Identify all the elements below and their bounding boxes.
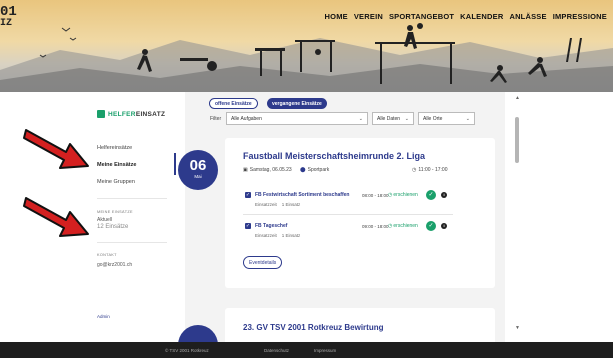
event-title[interactable]: 23. GV TSV 2001 Rotkreuz Bewirtung bbox=[243, 323, 383, 332]
tasks-select[interactable]: Alle Aufgaben ⌄ bbox=[226, 112, 368, 125]
nav-verein[interactable]: VEREIN bbox=[354, 12, 383, 21]
clock-icon: ◷ bbox=[388, 223, 393, 229]
dates-select[interactable]: Alle Daten ⌄ bbox=[372, 112, 414, 125]
tab-past-assignments[interactable]: vergangene Einsätze bbox=[267, 98, 327, 109]
task-title: FB Festwirtschaft Sortiment beschaffen bbox=[255, 192, 350, 198]
contact-label: KONTAKT bbox=[97, 253, 117, 257]
nav-home[interactable]: HOME bbox=[325, 12, 348, 21]
task-divider bbox=[243, 214, 453, 215]
check-icon: ✓ bbox=[245, 192, 251, 198]
check-icon: ✓ bbox=[245, 223, 251, 229]
info-icon[interactable]: i bbox=[441, 192, 447, 198]
event-details-button[interactable]: Eventdetails bbox=[243, 256, 283, 269]
nav-sportangebot[interactable]: SPORTANGEBOT bbox=[389, 12, 454, 21]
sidebar-item-meine-einsaetze[interactable]: Meine Einsätze bbox=[97, 162, 136, 168]
stats-label: MEINE EINSÄTZE bbox=[97, 210, 133, 214]
confirmed-check-icon: ✓ bbox=[426, 221, 436, 231]
event-title[interactable]: Faustball Meisterschaftsheimrunde 2. Lig… bbox=[243, 151, 425, 161]
footer-privacy-link[interactable]: Datenschutz bbox=[264, 348, 289, 353]
task-time: 09:00 - 18:00 bbox=[362, 224, 389, 229]
sidebar-item-helfereinsaetze[interactable]: Helfereinsätze bbox=[97, 145, 132, 151]
event-location: ⬤ Sportpark bbox=[300, 167, 330, 173]
nav-impressionen[interactable]: IMPRESSIONE bbox=[553, 12, 607, 21]
location-pin-icon: ⬤ bbox=[300, 167, 306, 173]
scroll-up-icon[interactable]: ▲ bbox=[515, 95, 520, 101]
nav-anlaesse[interactable]: ANLÄSSE bbox=[509, 12, 546, 21]
task-time: 08:00 - 18:00 bbox=[362, 193, 389, 198]
event-time: ◷ 11:00 - 17:00 bbox=[412, 167, 448, 173]
site-footer: © TSV 2001 Rotkreuz Datenschutz Impressu… bbox=[0, 342, 613, 358]
brand-logo[interactable]: HELFEREINSATZ bbox=[97, 110, 165, 118]
confirmed-check-icon: ✓ bbox=[426, 190, 436, 200]
info-icon[interactable]: i bbox=[441, 223, 447, 229]
stats-sublabel: Aktuell bbox=[97, 217, 113, 223]
calendar-icon: ▣ bbox=[243, 167, 248, 173]
task-status: ◷ erschienen bbox=[388, 223, 418, 229]
filter-label: Filter bbox=[210, 116, 222, 122]
annotation-arrow-icon bbox=[23, 197, 89, 237]
nav-kalender[interactable]: KALENDER bbox=[460, 12, 503, 21]
task-subtitle: Einsatzzeit 1 Einsatz bbox=[255, 202, 301, 207]
logo-fragment[interactable]: 01 IZ bbox=[0, 5, 17, 30]
sidebar-item-meine-gruppen[interactable]: Meine Gruppen bbox=[97, 179, 135, 185]
active-indicator bbox=[174, 153, 176, 175]
footer-copyright: © TSV 2001 Rotkreuz bbox=[165, 348, 209, 353]
clock-icon: ◷ bbox=[388, 192, 393, 198]
site-header: 01 IZ HOME VEREIN SPORTANGEBOT KALENDER … bbox=[0, 0, 613, 92]
sidebar-divider bbox=[97, 198, 167, 199]
sidebar-divider bbox=[97, 242, 167, 243]
contact-email[interactable]: go@krz2001.ch bbox=[97, 262, 132, 268]
task-title: FB Tageschef bbox=[255, 223, 288, 229]
event-date: ▣ Samstag, 06.05.23 bbox=[243, 167, 292, 173]
chevron-down-icon: ⌄ bbox=[465, 115, 470, 122]
scroll-down-icon[interactable]: ▼ bbox=[515, 325, 520, 331]
footer-imprint-link[interactable]: Impressum bbox=[314, 348, 336, 353]
clock-icon: ◷ bbox=[412, 167, 417, 173]
sidebar-item-admin[interactable]: Admin bbox=[97, 314, 110, 319]
task-subtitle: Einsatzzeit 1 Einsatz bbox=[255, 233, 301, 238]
top-navigation: HOME VEREIN SPORTANGEBOT KALENDER ANLÄSS… bbox=[325, 12, 607, 21]
event-date-badge: 06 Mai bbox=[178, 150, 218, 190]
places-select[interactable]: Alle Orte ⌄ bbox=[418, 112, 475, 125]
annotation-arrow-icon bbox=[23, 129, 89, 169]
main-content: offene Einsätze vergangene Einsätze Filt… bbox=[185, 92, 505, 342]
task-status: ◷ erschienen bbox=[388, 192, 418, 198]
sidebar: HELFEREINSATZ Helfereinsätze Meine Einsä… bbox=[89, 92, 179, 342]
chevron-down-icon: ⌄ bbox=[404, 115, 409, 122]
scrollbar-thumb[interactable] bbox=[515, 117, 519, 163]
tab-open-assignments[interactable]: offene Einsätze bbox=[209, 98, 258, 109]
chevron-down-icon: ⌄ bbox=[358, 115, 363, 122]
brand-mark-icon bbox=[97, 110, 105, 118]
stats-value: 12 Einsätze bbox=[97, 224, 129, 230]
